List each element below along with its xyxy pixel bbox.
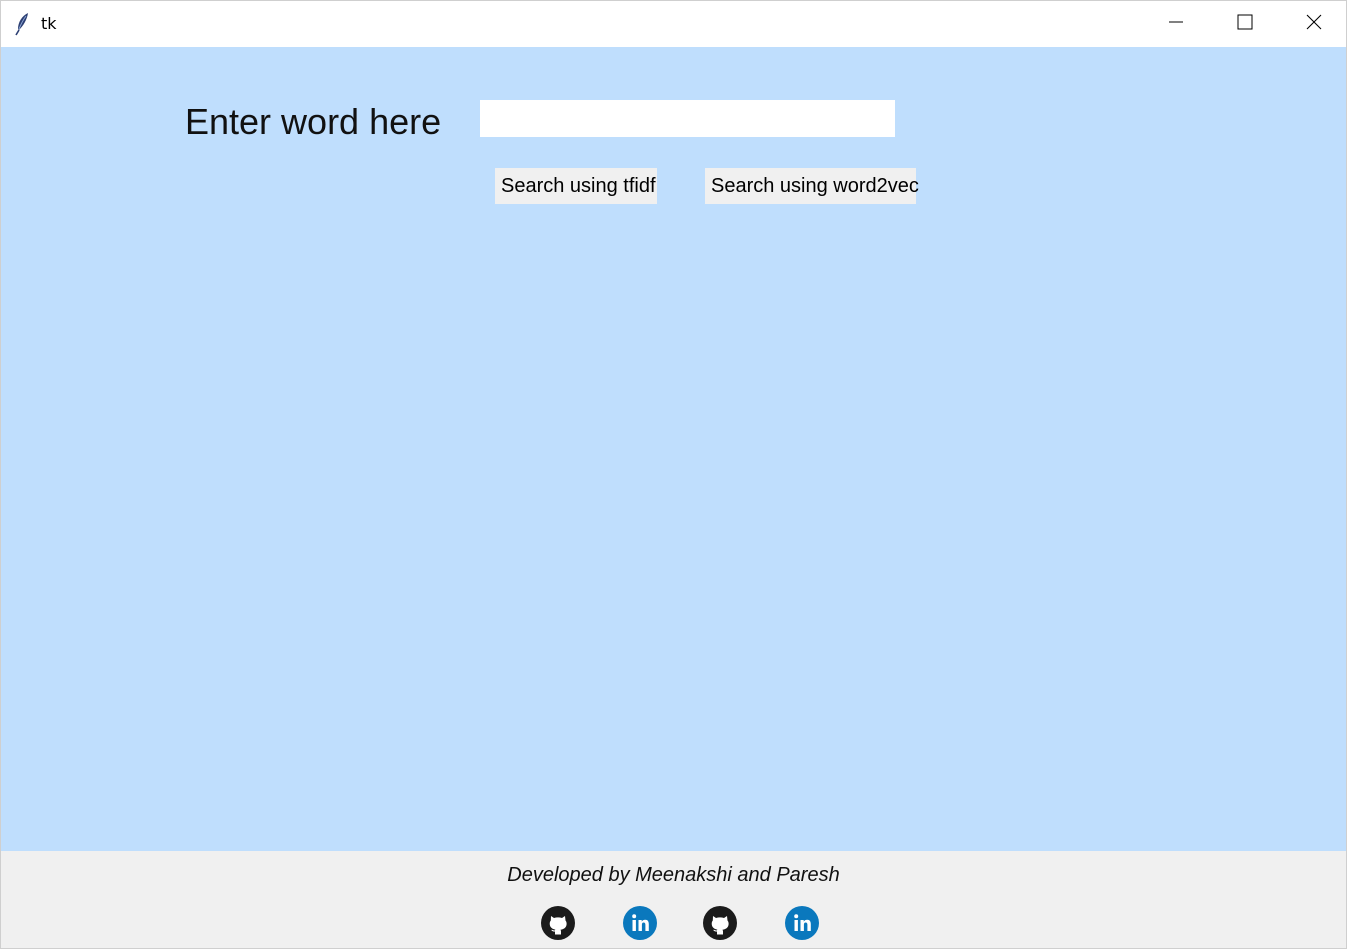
- main-panel: Enter word here Search using tfidf Searc…: [1, 47, 1346, 851]
- footer: Developed by Meenakshi and Paresh: [1, 851, 1346, 948]
- word-input[interactable]: [480, 100, 895, 137]
- app-window: tk Enter word here Search using tfidf Se…: [0, 0, 1347, 949]
- feather-icon: [13, 12, 33, 36]
- github-icon[interactable]: [702, 905, 738, 941]
- linkedin-icon[interactable]: [622, 905, 658, 941]
- close-button[interactable]: [1279, 1, 1347, 47]
- maximize-button[interactable]: [1210, 1, 1280, 47]
- close-icon: [1306, 14, 1322, 35]
- credit-text: Developed by Meenakshi and Paresh: [507, 864, 840, 886]
- github-icon[interactable]: [540, 905, 576, 941]
- minimize-icon: [1168, 14, 1184, 35]
- window-title: tk: [41, 14, 57, 33]
- linkedin-icon[interactable]: [784, 905, 820, 941]
- word-label: Enter word here: [185, 101, 442, 142]
- search-word2vec-button[interactable]: Search using word2vec: [705, 168, 919, 204]
- minimize-button[interactable]: [1141, 1, 1211, 47]
- search-tfidf-button[interactable]: Search using tfidf: [495, 168, 657, 204]
- maximize-icon: [1237, 14, 1253, 35]
- title-bar[interactable]: tk: [1, 1, 1346, 47]
